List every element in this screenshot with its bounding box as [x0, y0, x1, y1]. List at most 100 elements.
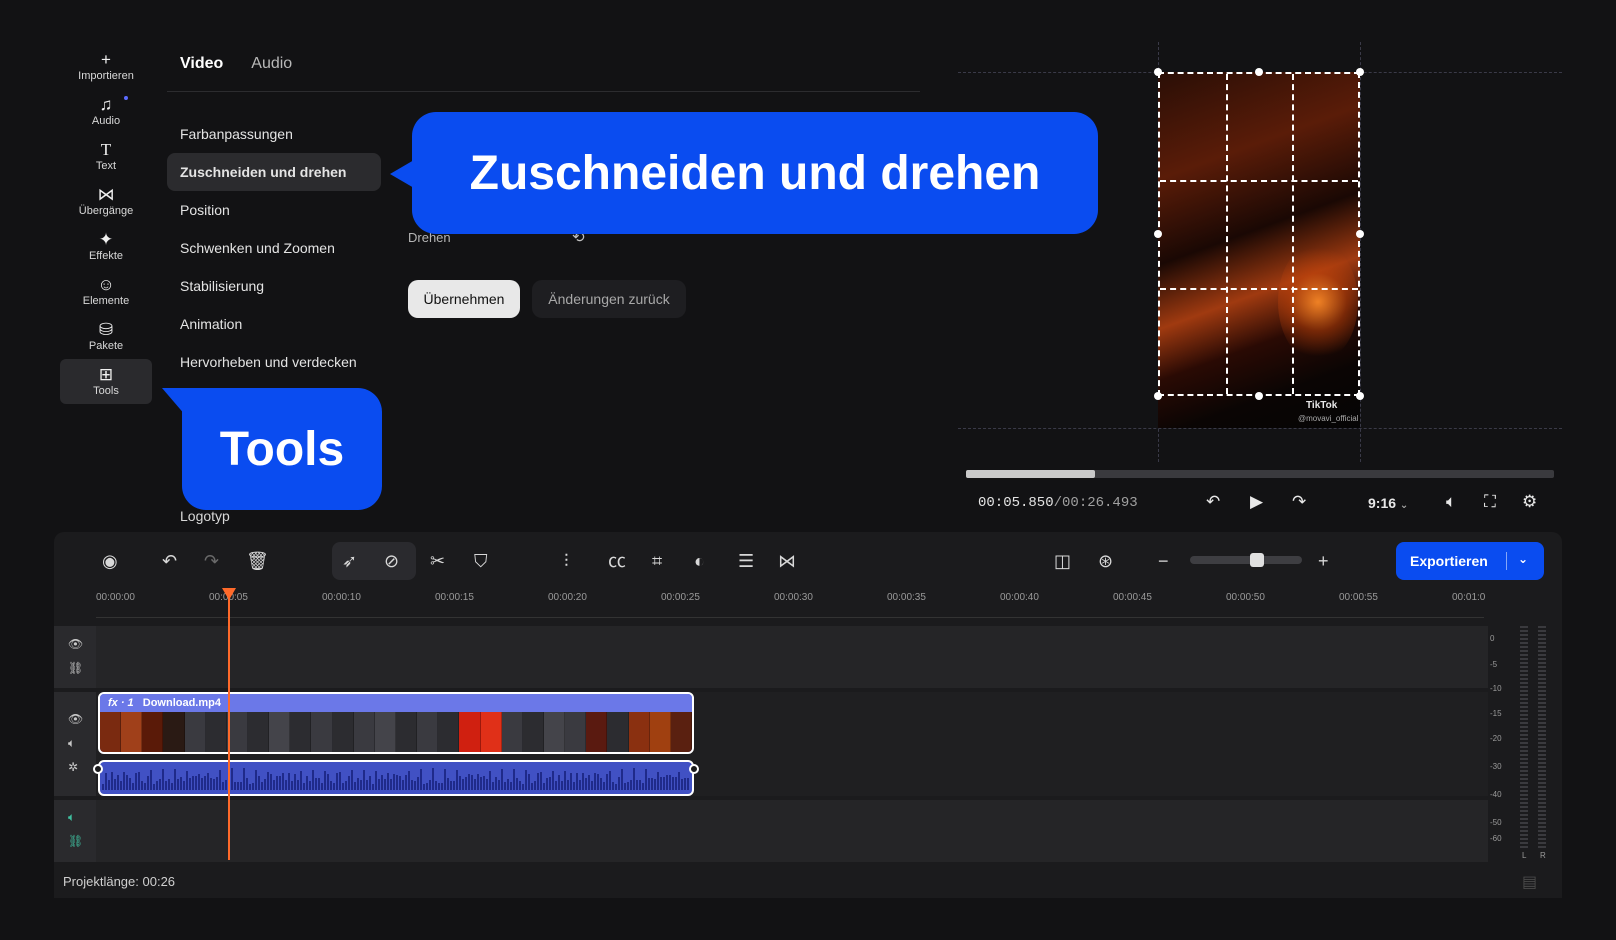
pointer-icon[interactable]: ➶ [342, 552, 357, 570]
waveform-bar [681, 779, 683, 790]
zoom-slider-handle[interactable] [1250, 553, 1264, 567]
scissors-icon[interactable]: ✂ [430, 552, 445, 570]
zoom-in-icon[interactable]: + [1318, 552, 1329, 570]
transition-wizard-icon[interactable]: ⋈ [778, 552, 796, 570]
crop-handle-bottom-right[interactable] [1356, 392, 1364, 400]
waveform-bar [645, 769, 647, 790]
waveform-bar [444, 768, 446, 790]
playhead[interactable] [228, 590, 230, 860]
tool-item-highlight-conceal[interactable]: Hervorheben und verdecken [167, 343, 381, 381]
eye-icon[interactable]: 👁︎ [68, 637, 83, 651]
waveform-bar [660, 777, 662, 790]
tool-item-crop-rotate[interactable]: Zuschneiden und drehen [167, 153, 381, 191]
color-adjust-icon[interactable]: ◐ [694, 552, 705, 570]
tool-item-animation[interactable]: Animation [167, 305, 381, 343]
video-clip[interactable]: fx · 1 Download.mp4 [98, 692, 694, 754]
waveform-bar [465, 777, 467, 790]
crop-handle-top-left[interactable] [1154, 68, 1162, 76]
split-audio-icon[interactable]: ⫶ [564, 552, 569, 570]
sidebar-item-import[interactable]: + Importieren [60, 44, 152, 89]
speaker-icon[interactable]: 🔈︎ [68, 736, 75, 751]
audio-fade-handle-right[interactable] [689, 764, 699, 774]
crop-handle-right[interactable] [1356, 230, 1364, 238]
tab-video[interactable]: Video [180, 55, 223, 73]
eraser-icon[interactable]: ⊘ [384, 552, 399, 570]
waveform-bar [486, 778, 488, 790]
audio-detach-icon[interactable]: ◫ [1054, 552, 1071, 570]
crop-handle-bottom-left[interactable] [1154, 392, 1162, 400]
export-button[interactable]: Exportieren ⌄ [1396, 542, 1544, 580]
waveform-bar [438, 782, 440, 790]
aspect-ratio-select[interactable]: 9:16 ⌄ [1368, 495, 1408, 511]
audio-waveform-clip[interactable] [98, 760, 694, 796]
sidebar-item-text[interactable]: T Text [60, 134, 152, 179]
total-time: /00:26.493 [1053, 495, 1138, 511]
crop-icon[interactable]: ⌗ [652, 552, 662, 570]
crop-frame[interactable] [1158, 72, 1360, 396]
play-icon[interactable]: ▶ [1250, 492, 1263, 512]
speaker-icon[interactable]: 🔈︎ [68, 810, 75, 825]
sliders-icon[interactable]: ☰ [738, 552, 754, 570]
meter-label: -40 [1490, 790, 1502, 799]
step-back-icon[interactable]: ↶ [1206, 492, 1220, 512]
clip-thumbnail [459, 712, 481, 752]
transitions-icon: ⋈ [97, 185, 115, 204]
waveform-bar [261, 781, 263, 790]
playhead-marker[interactable] [222, 588, 236, 600]
link-icon[interactable]: ⛓︎ [68, 661, 83, 675]
sidebar-item-transitions[interactable]: ⋈ Übergänge [60, 179, 152, 224]
waveform-bar [192, 776, 194, 790]
overlay-track[interactable] [96, 626, 1488, 688]
tool-item-logotype[interactable]: Logotyp [180, 508, 230, 524]
sticker-icon[interactable]: ⊛ [1098, 552, 1113, 570]
grid-icon[interactable]: ▤ [1522, 872, 1537, 892]
audio-track[interactable] [96, 800, 1488, 862]
sidebar-item-audio[interactable]: ♫ Audio [60, 89, 152, 134]
sidebar-item-packages[interactable]: ⛁ Pakete [60, 314, 152, 359]
zoom-slider[interactable] [1190, 556, 1302, 564]
waveform-bar [513, 769, 515, 790]
crop-handle-top-right[interactable] [1356, 68, 1364, 76]
sidebar-item-tools[interactable]: ⊞ Tools [60, 359, 152, 404]
chevron-down-icon[interactable]: ⌄ [1518, 552, 1528, 566]
tool-item-stabilization[interactable]: Stabilisierung [167, 267, 381, 305]
sidebar-item-effects[interactable]: ✦ Effekte [60, 224, 152, 269]
waveform-bar [384, 779, 386, 790]
clip-thumbnail [628, 712, 650, 752]
crop-handle-top[interactable] [1255, 68, 1263, 76]
audio-effects-icon[interactable]: ✲ [68, 760, 78, 774]
tool-item-pan-zoom[interactable]: Schwenken und Zoomen [167, 229, 381, 267]
undo-icon[interactable]: ↶ [162, 552, 177, 570]
waveform-bar [435, 781, 437, 790]
captions-icon[interactable]: ㏄ [608, 552, 626, 570]
clip-thumbnail [121, 712, 143, 752]
sidebar-item-elements[interactable]: ☺ Elemente [60, 269, 152, 314]
waveform-bar [576, 772, 578, 790]
audio-fade-handle-left[interactable] [93, 764, 103, 774]
waveform-bar [108, 780, 110, 790]
marker-icon[interactable]: ⛉ [474, 552, 488, 570]
crop-handle-bottom[interactable] [1255, 392, 1263, 400]
waveform-bar [297, 779, 299, 790]
gear-icon[interactable]: ⚙ [1522, 492, 1537, 512]
step-forward-icon[interactable]: ↷ [1292, 492, 1306, 512]
zoom-out-icon[interactable]: − [1158, 552, 1169, 570]
waveform-bar [582, 772, 584, 790]
record-icon[interactable]: ◉ [102, 552, 118, 570]
apply-button[interactable]: Übernehmen [408, 280, 520, 318]
waveform-bar [402, 779, 404, 790]
ruler-tick: 00:00:10 [322, 592, 361, 603]
playback-progress-bar[interactable] [966, 470, 1554, 478]
tab-audio[interactable]: Audio [251, 55, 292, 73]
volume-icon[interactable]: 🔈︎ [1446, 492, 1456, 512]
redo-icon[interactable]: ↷ [204, 552, 219, 570]
timeline-ruler[interactable] [96, 610, 1484, 618]
trash-icon[interactable]: 🗑︎ [246, 552, 269, 570]
eye-icon[interactable]: 👁︎ [68, 712, 83, 726]
reset-changes-button[interactable]: Änderungen zurück [532, 280, 686, 318]
unlink-icon[interactable]: ⛓︎ [68, 834, 83, 848]
tool-item-color-adjustments[interactable]: Farbanpassungen [167, 115, 381, 153]
crop-handle-left[interactable] [1154, 230, 1162, 238]
fullscreen-icon[interactable]: ⛶ [1484, 492, 1496, 512]
tool-item-position[interactable]: Position [167, 191, 381, 229]
